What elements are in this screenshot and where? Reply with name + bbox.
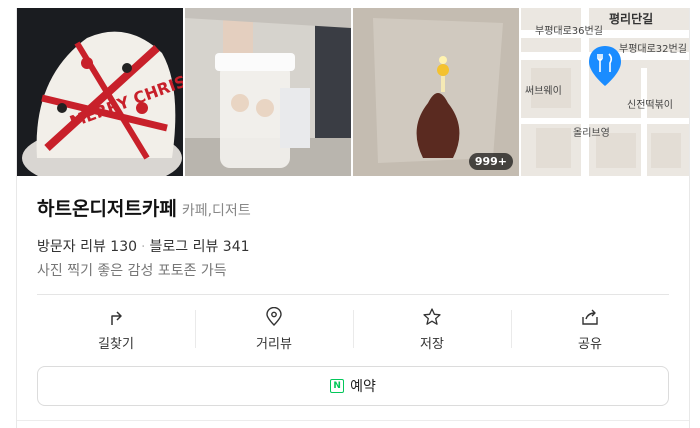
blog-reviews-link[interactable]: 블로그 리뷰 341	[149, 239, 249, 255]
photo-strip: MERRY CHRISTMAS! 999+ 평리단길 부평대로36번길 부평대로…	[17, 8, 689, 176]
map-area-label: 평리단길	[609, 12, 654, 26]
separator-dot: ·	[141, 239, 146, 255]
map-road-label-2: 부평대로32번길	[619, 44, 687, 55]
photo-count-badge: 999+	[468, 153, 513, 170]
share-icon	[582, 309, 598, 325]
map-poi-tteokbokki: 신전떡볶이	[627, 100, 673, 111]
reserve-button[interactable]: N 예약	[37, 366, 669, 406]
bottom-divider	[17, 420, 689, 421]
visitor-reviews-link[interactable]: 방문자 리뷰 130	[37, 239, 137, 255]
photo-candle-cake[interactable]: 999+	[353, 8, 519, 176]
share-label: 공유	[578, 336, 602, 352]
place-category: 카페,디저트	[181, 203, 251, 219]
save-button[interactable]: 저장	[353, 296, 511, 362]
photo-dessert-jar[interactable]	[185, 8, 351, 176]
save-label: 저장	[420, 336, 444, 352]
street-view-label: 거리뷰	[256, 336, 292, 352]
action-bar: 길찾기 거리뷰 저장 공유	[37, 296, 669, 362]
location-pin-icon	[266, 306, 282, 326]
title-row: 하트온디저트카페 카페,디저트	[37, 194, 251, 221]
directions-label: 길찾기	[98, 336, 134, 352]
share-button[interactable]: 공유	[511, 296, 669, 362]
candle-cake-image	[353, 8, 519, 176]
map-poi-subway: 써브웨이	[525, 86, 562, 97]
directions-button[interactable]: 길찾기	[37, 296, 195, 362]
map-road-label-1: 부평대로36번길	[535, 26, 603, 37]
dessert-jar-image	[185, 8, 351, 176]
cake-image: MERRY CHRISTMAS!	[17, 8, 183, 176]
directions-icon	[111, 310, 122, 325]
photo-cake[interactable]: MERRY CHRISTMAS!	[17, 8, 183, 176]
map-thumbnail[interactable]: 평리단길 부평대로36번길 부평대로32번길 써브웨이 신전떡볶이 올리브영	[521, 8, 689, 176]
place-name[interactable]: 하트온디저트카페	[37, 194, 177, 221]
star-icon	[423, 307, 441, 325]
street-view-button[interactable]: 거리뷰	[195, 296, 353, 362]
place-description: 사진 찍기 좋은 감성 포토존 가득	[37, 263, 227, 279]
naver-reserve-icon: N	[330, 379, 345, 393]
reserve-label: 예약	[350, 379, 376, 395]
map-poi-oliveyoung: 올리브영	[573, 128, 610, 139]
map-pin-icon[interactable]	[587, 44, 623, 88]
divider	[37, 294, 669, 295]
review-summary: 방문자 리뷰 130 · 블로그 리뷰 341	[37, 236, 250, 256]
place-card: MERRY CHRISTMAS! 999+ 평리단길 부평대로36번길 부평대로…	[16, 8, 690, 428]
